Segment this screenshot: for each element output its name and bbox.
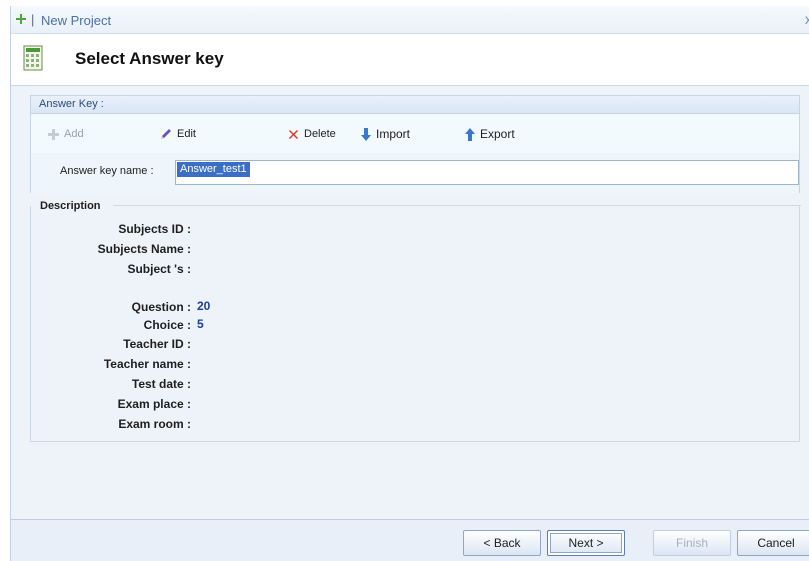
- arrow-down-icon: [360, 127, 372, 142]
- description-row-teacher-name: Teacher name :: [31, 357, 801, 373]
- description-label: Teacher ID :: [123, 337, 191, 351]
- wizard-window: | New Project x Select Answer key Answer…: [10, 6, 809, 561]
- close-icon[interactable]: x: [805, 11, 809, 27]
- add-button[interactable]: Add: [47, 125, 84, 143]
- export-button[interactable]: Export: [464, 125, 515, 143]
- description-label: Subjects Name :: [97, 242, 191, 256]
- title-bar: | New Project x: [11, 6, 809, 34]
- wizard-header: Select Answer key: [11, 34, 809, 86]
- description-label: Subject 's :: [127, 262, 191, 276]
- wizard-content: Answer Key : Add Edit Delete Import Expo…: [11, 87, 809, 519]
- description-divider: [113, 205, 801, 206]
- description-row-teacher-id: Teacher ID :: [31, 337, 801, 353]
- answer-key-toolbar: Add Edit Delete Import Export: [31, 115, 799, 153]
- description-row-subjects-id: Subjects ID :: [31, 222, 801, 238]
- delete-button[interactable]: Delete: [287, 125, 336, 143]
- title-separator: |: [31, 12, 35, 27]
- description-label: Subjects ID :: [118, 222, 191, 236]
- description-row-subjects-name: Subjects Name :: [31, 242, 801, 258]
- description-title: Description: [40, 200, 105, 212]
- pencil-icon: [159, 127, 173, 141]
- description-row-test-date: Test date :: [31, 377, 801, 393]
- description-row-choice: Choice : 5: [31, 317, 801, 334]
- description-value: 5: [197, 317, 204, 331]
- answer-key-group-header: Answer Key :: [31, 96, 799, 114]
- arrow-up-icon: [464, 127, 476, 142]
- answer-key-name-input[interactable]: Answer_test1: [175, 160, 799, 185]
- app-icon: [15, 13, 27, 25]
- add-button-label: Add: [64, 128, 84, 140]
- description-label: Teacher name :: [103, 357, 191, 371]
- delete-button-label: Delete: [304, 128, 336, 140]
- delete-x-icon: [287, 128, 300, 141]
- description-label: Exam room :: [118, 417, 191, 431]
- description-value: 20: [197, 299, 211, 313]
- description-row-exam-room: Exam room :: [31, 417, 801, 433]
- next-button[interactable]: Next >: [547, 530, 625, 556]
- answer-key-name-label: Answer key name :: [60, 165, 154, 177]
- plus-icon: [47, 128, 60, 141]
- answer-key-name-value: Answer_test1: [177, 162, 250, 177]
- finish-button[interactable]: Finish: [653, 530, 731, 556]
- description-row-exam-place: Exam place :: [31, 397, 801, 413]
- cancel-button[interactable]: Cancel: [737, 530, 809, 556]
- description-label: Exam place :: [117, 397, 191, 411]
- answer-key-group-title: Answer Key :: [39, 98, 104, 110]
- description-row-question: Question : 20: [31, 299, 801, 316]
- page-title: Select Answer key: [75, 49, 224, 68]
- description-row-subjects: Subject 's :: [31, 262, 801, 278]
- description-label: Test date :: [131, 377, 191, 391]
- document-grid-icon: [23, 45, 43, 71]
- answer-key-group: Answer Key : Add Edit Delete Import Expo…: [30, 95, 800, 193]
- back-button[interactable]: < Back: [463, 530, 541, 556]
- export-button-label: Export: [480, 127, 515, 141]
- edit-button[interactable]: Edit: [159, 125, 196, 143]
- description-panel: Description Subjects ID : Subjects Name …: [30, 200, 801, 442]
- wizard-footer: < Back Next > Finish Cancel: [11, 519, 809, 561]
- window-title: New Project: [41, 13, 112, 28]
- edit-button-label: Edit: [177, 128, 196, 140]
- description-label: Question :: [131, 300, 191, 314]
- answer-key-name-row: Answer key name : Answer_test1: [31, 153, 799, 193]
- description-label: Choice :: [143, 318, 191, 332]
- import-button-label: Import: [376, 127, 411, 141]
- import-button[interactable]: Import: [360, 125, 410, 143]
